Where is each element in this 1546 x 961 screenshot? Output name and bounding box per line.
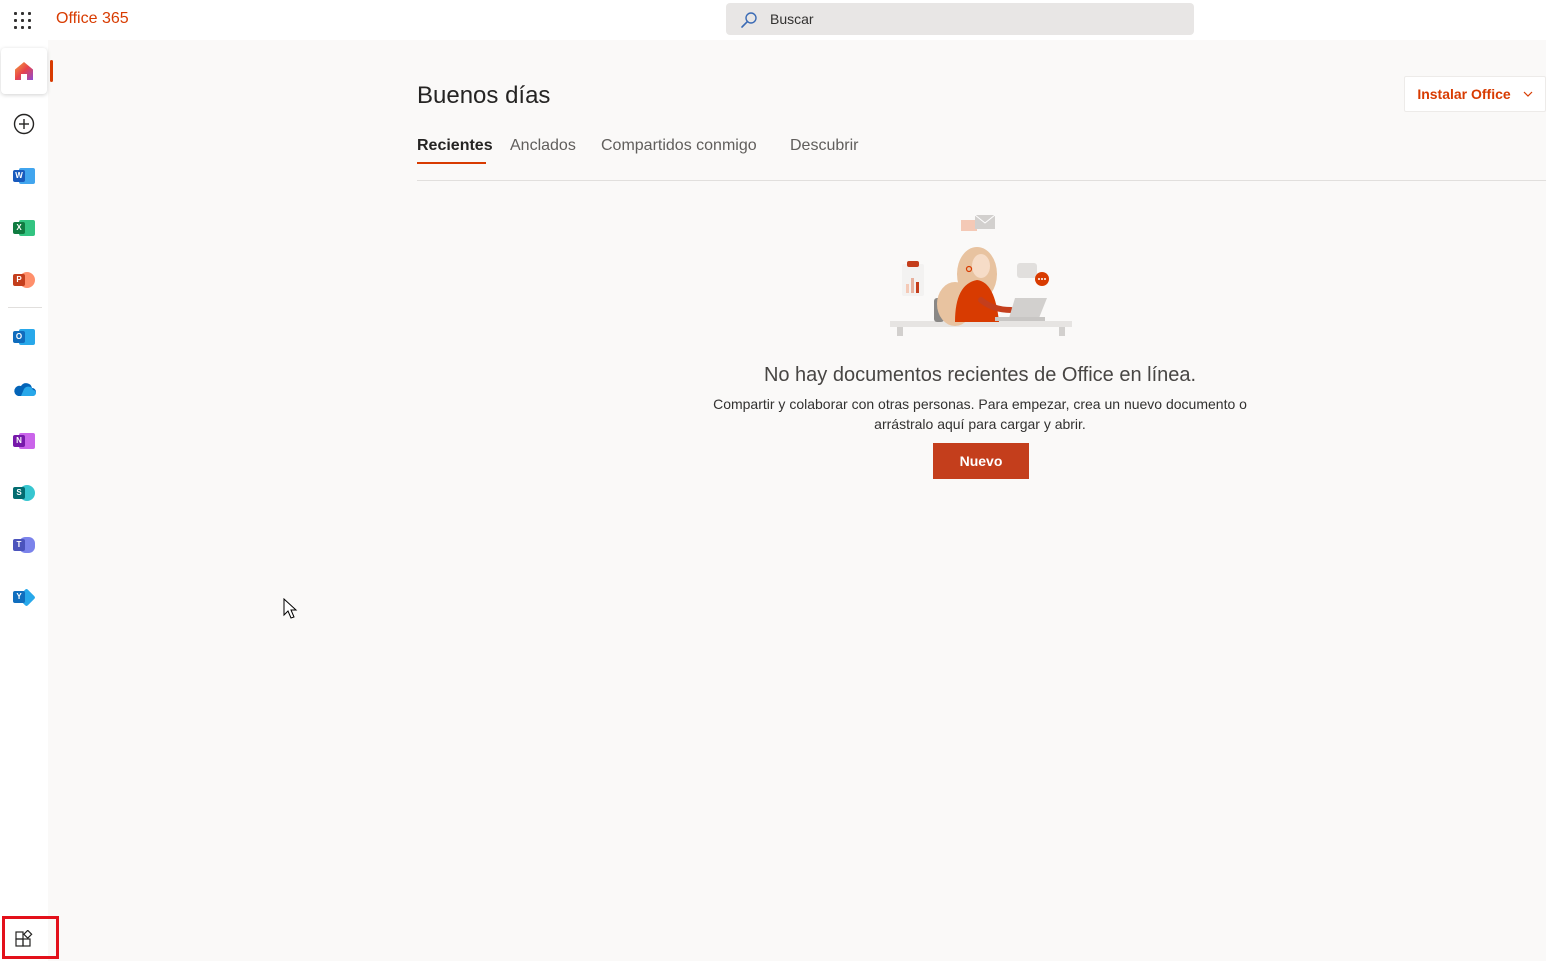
rail-item-powerpoint[interactable]: P xyxy=(0,256,48,304)
rail-item-word[interactable]: W xyxy=(0,152,48,200)
yammer-icon: Y xyxy=(13,587,36,607)
search-input[interactable] xyxy=(770,3,1180,35)
search-box[interactable] xyxy=(726,3,1194,35)
rail-item-teams[interactable]: T xyxy=(0,521,48,569)
rail-item-onenote[interactable]: N xyxy=(0,417,48,465)
app-launcher-icon[interactable] xyxy=(12,10,32,30)
home-icon xyxy=(15,62,33,80)
rail-item-create[interactable] xyxy=(0,100,48,148)
plus-circle-icon xyxy=(13,113,35,135)
rail-item-onedrive[interactable] xyxy=(0,365,48,413)
top-header: Office 365 xyxy=(0,0,1546,40)
empty-state-illustration xyxy=(890,214,1072,336)
install-office-label: Instalar Office xyxy=(1417,86,1511,102)
empty-state-title: No hay documentos recientes de Office en… xyxy=(763,364,1197,386)
chevron-down-icon xyxy=(1523,91,1533,97)
tab-recientes[interactable]: Recientes xyxy=(417,137,493,155)
excel-icon: X xyxy=(13,218,35,238)
rail-separator xyxy=(8,307,42,308)
highlight-box xyxy=(2,916,59,959)
powerpoint-icon: P xyxy=(13,270,35,290)
page-title: Buenos días xyxy=(417,82,551,109)
new-document-button[interactable]: Nuevo xyxy=(933,443,1029,479)
empty-state-description: Compartir y colaborar con otras personas… xyxy=(713,396,1247,432)
tab-compartidos[interactable]: Compartidos conmigo xyxy=(601,137,757,155)
tabs-divider xyxy=(417,180,1546,181)
onenote-icon: N xyxy=(13,431,35,451)
app-rail: W X P O N S T Y xyxy=(0,40,48,961)
rail-item-sharepoint[interactable]: S xyxy=(0,469,48,517)
mouse-cursor-icon xyxy=(283,598,298,619)
brand-title[interactable]: Office 365 xyxy=(56,10,129,28)
outlook-icon: O xyxy=(13,327,35,347)
search-icon xyxy=(741,12,757,28)
rail-item-excel[interactable]: X xyxy=(0,204,48,252)
rail-item-outlook[interactable]: O xyxy=(0,313,48,361)
rail-item-home[interactable] xyxy=(1,48,47,94)
word-icon: W xyxy=(13,166,35,186)
install-office-button[interactable]: Instalar Office xyxy=(1404,76,1546,112)
tab-descubrir[interactable]: Descubrir xyxy=(790,137,858,155)
rail-item-yammer[interactable]: Y xyxy=(0,573,48,621)
active-indicator xyxy=(50,60,53,82)
cloud-icon xyxy=(14,383,36,396)
sharepoint-icon: S xyxy=(13,483,35,503)
tab-active-underline xyxy=(417,162,486,164)
tab-anclados[interactable]: Anclados xyxy=(510,137,576,155)
teams-icon: T xyxy=(13,535,35,555)
